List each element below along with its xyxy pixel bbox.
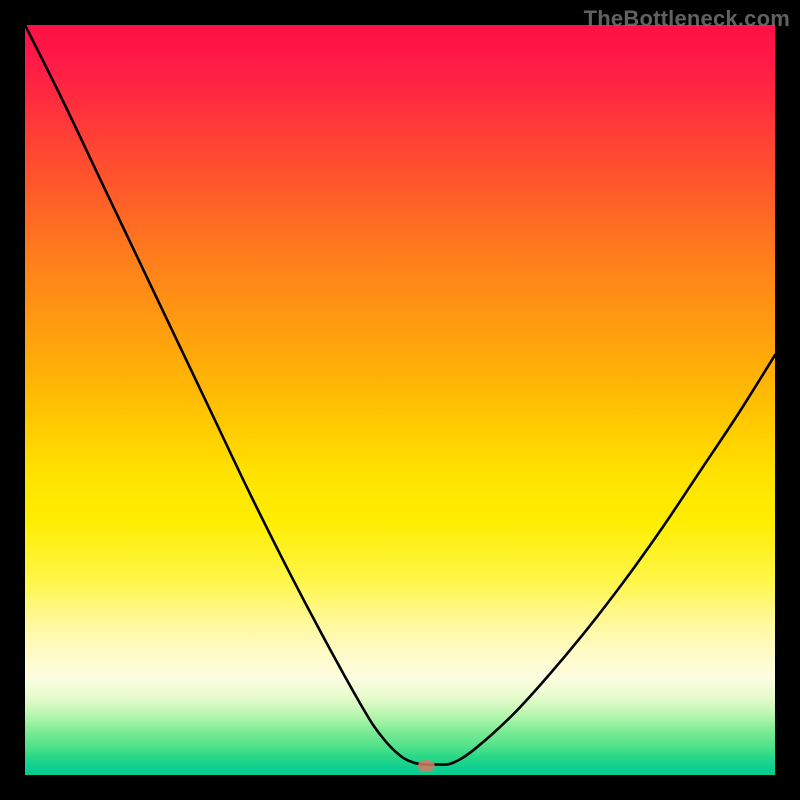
chart-container: TheBottleneck.com [0, 0, 800, 800]
plot-area [25, 25, 775, 775]
watermark-text: TheBottleneck.com [584, 6, 790, 32]
chart-svg [25, 25, 775, 775]
bottleneck-curve [25, 25, 775, 765]
minimum-marker [418, 760, 435, 772]
